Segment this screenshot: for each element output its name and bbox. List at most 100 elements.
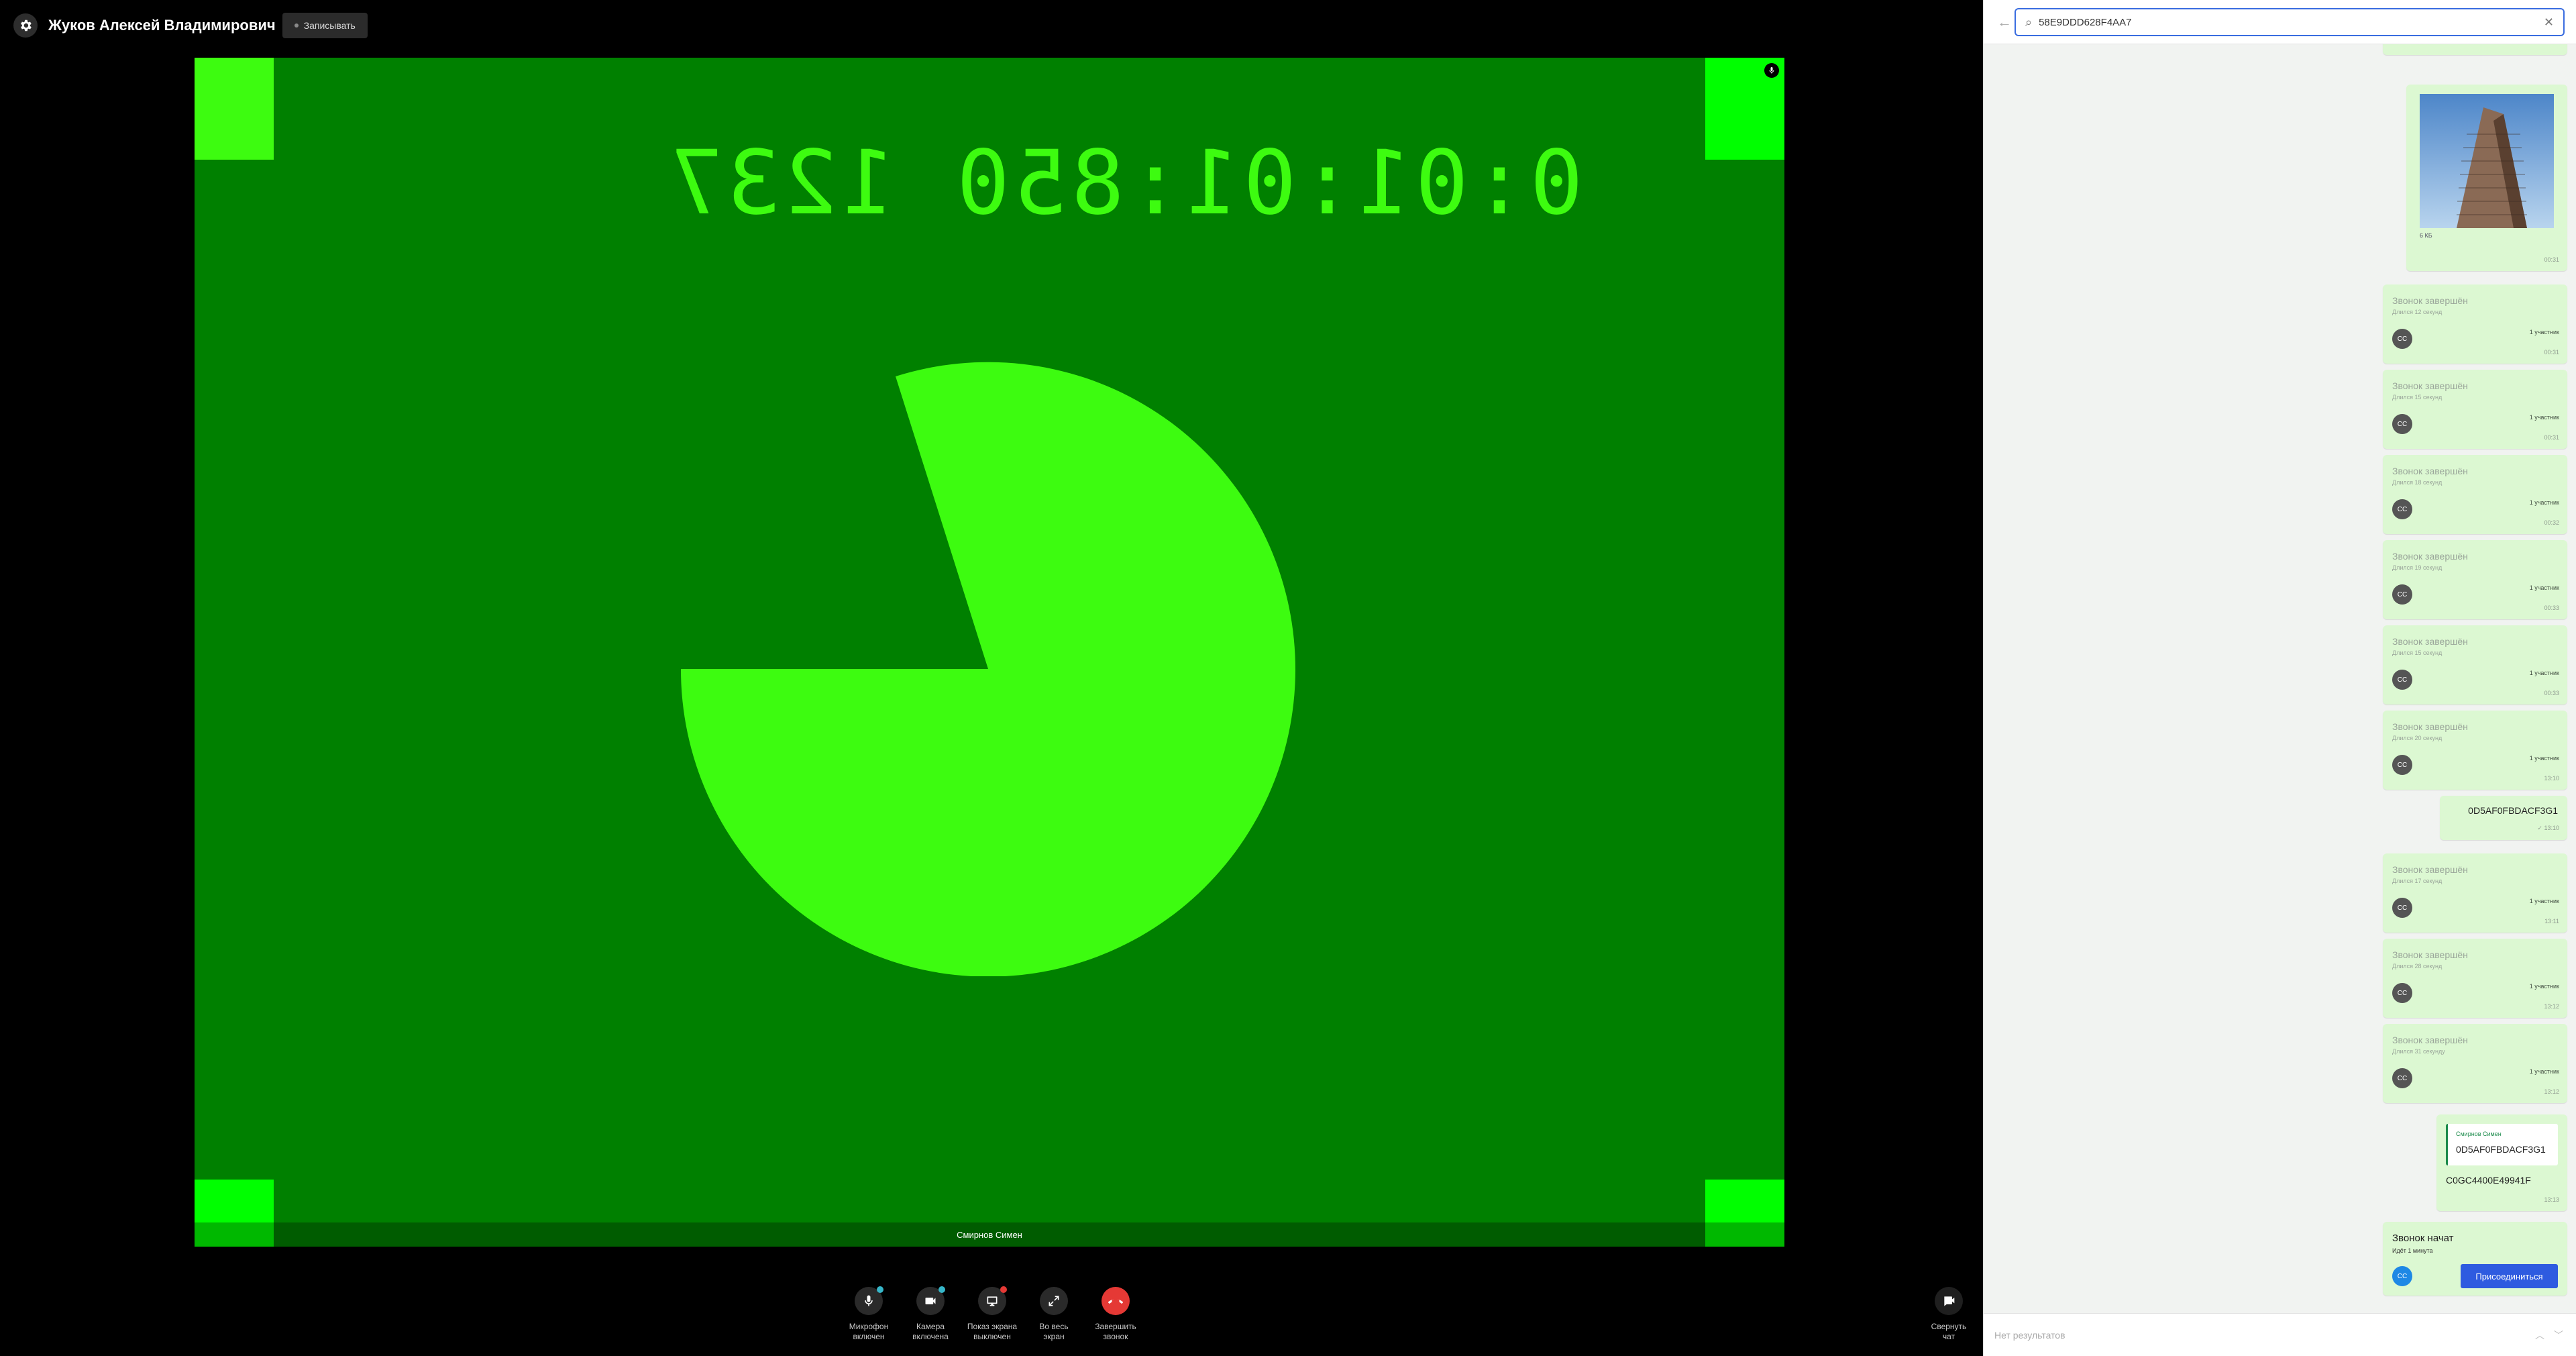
search-input[interactable] <box>2039 16 2544 28</box>
message-time: 00:31 <box>2544 256 2559 263</box>
call-card-title: Звонок завершён <box>2392 949 2468 960</box>
no-results-text: Нет результатов <box>1994 1330 2065 1341</box>
participants-count[interactable]: 1 участник <box>2530 499 2559 506</box>
mic-toggle-button[interactable] <box>855 1286 883 1315</box>
message-time: 00:31 <box>2544 349 2559 356</box>
record-button[interactable]: Записывать <box>282 13 368 38</box>
text-message[interactable]: 0D5AF0FBDACF3G1 ✓ 13:10 <box>2440 796 2567 840</box>
participants-count[interactable]: 1 участник <box>2530 329 2559 335</box>
chevron-up-icon[interactable]: ︿ <box>2535 1328 2544 1342</box>
participants-count[interactable]: 1 участник <box>2530 414 2559 421</box>
mic-status-dot <box>877 1286 883 1293</box>
fullscreen-toggle[interactable]: Во весь экран <box>1027 1287 1081 1342</box>
call-card-title: Звонок завершён <box>2392 636 2468 647</box>
clear-search-icon[interactable]: ✕ <box>2544 15 2554 30</box>
call-ended-card[interactable]: Звонок завершён Длился 15 секунд CC 1 уч… <box>2383 625 2567 705</box>
collapse-chat-button[interactable] <box>1935 1287 1963 1315</box>
call-card-title: Звонок завершён <box>2392 380 2468 391</box>
message-text: 0D5AF0FBDACF3G1 <box>2468 805 2558 816</box>
screen-share-label-line2: выключен <box>973 1332 1011 1341</box>
call-card-duration: Длился 19 секунд <box>2392 564 2443 571</box>
camera-status-dot <box>938 1286 945 1293</box>
screen-share-icon <box>987 1296 998 1306</box>
end-call[interactable]: Завершить звонок <box>1089 1287 1142 1342</box>
screen-share-toggle-label: Показ экрана выключен <box>967 1322 1017 1342</box>
call-card-duration: Длился 17 секунд <box>2392 878 2443 884</box>
collapse-chat-label-line2: чат <box>1942 1332 1955 1341</box>
reply-message[interactable]: Смирнов Симен 0D5AF0FBDACF3G1 C0GC4400E4… <box>2436 1114 2567 1211</box>
participants-count[interactable]: 1 участник <box>2530 983 2559 990</box>
mic-label-line2: включен <box>853 1332 885 1341</box>
screen-share-toggle[interactable]: Показ экрана выключен <box>965 1286 1019 1342</box>
call-card-title: Звонок завершён <box>2392 721 2468 732</box>
call-card-duration: Длился 15 секунд <box>2392 649 2443 656</box>
call-ended-card[interactable]: Звонок завершён Длился 15 секунд CC 1 уч… <box>2383 370 2567 449</box>
join-call-button[interactable]: Присоединиться <box>2461 1264 2558 1288</box>
video-timecode: 0:01:01:850 1237 <box>665 132 1583 235</box>
participant-name-label: Смирнов Симен <box>195 1222 1784 1247</box>
participants-count[interactable]: 1 участник <box>2530 1068 2559 1075</box>
chevron-down-icon[interactable]: ﹀ <box>2554 1328 2563 1342</box>
end-call-label: Завершить звонок <box>1095 1322 1136 1342</box>
photo-message[interactable]: 6 КБ 00:31 <box>2406 85 2567 271</box>
caller-name: Жуков Алексей Владимирович <box>48 17 276 34</box>
call-ended-card[interactable]: Звонок завершён Длился 20 секунд CC 1 уч… <box>2383 711 2567 790</box>
avatar: CC <box>2392 1266 2412 1286</box>
message-time: 13:13 <box>2544 1196 2559 1203</box>
mic-label-line1: Микрофон <box>849 1322 889 1331</box>
call-ended-card[interactable]: Звонок завершён Длился 19 секунд CC 1 уч… <box>2383 540 2567 619</box>
end-call-button[interactable] <box>1102 1287 1130 1315</box>
read-check-icon: ✓ <box>2537 825 2544 831</box>
message-time: 00:32 <box>2544 519 2559 526</box>
call-card-title: Звонок завершён <box>2392 864 2468 875</box>
phone-hangup-icon <box>1108 1299 1123 1304</box>
quoted-message[interactable]: Смирнов Симен 0D5AF0FBDACF3G1 <box>2446 1124 2558 1165</box>
avatar: CC <box>2392 499 2412 519</box>
call-topbar: Жуков Алексей Владимирович Записывать <box>13 12 368 39</box>
avatar: CC <box>2392 755 2412 775</box>
camera-label-line1: Камера <box>916 1322 945 1331</box>
attached-photo[interactable] <box>2420 94 2554 228</box>
avatar: CC <box>2392 329 2412 349</box>
call-ended-card[interactable]: Звонок завершён Длился 12 секунд CC 1 уч… <box>2383 284 2567 364</box>
message-text: C0GC4400E49941F <box>2446 1175 2531 1186</box>
camera-toggle[interactable]: Камера включена <box>904 1286 957 1342</box>
back-arrow-icon[interactable]: ← <box>1997 13 2012 31</box>
record-label: Записывать <box>303 20 356 31</box>
avatar: CC <box>2392 1068 2412 1088</box>
call-ended-card[interactable]: Звонок завершён Длился 28 секунд CC 1 уч… <box>2383 939 2567 1018</box>
call-controls: Микрофон включен Камера включена Показ экр… <box>842 1286 1142 1342</box>
quote-author: Смирнов Симен <box>2456 1131 2502 1137</box>
participants-count[interactable]: 1 участник <box>2530 670 2559 676</box>
search-status-footer: Нет результатов ︿ ﹀ <box>1984 1313 2576 1356</box>
participants-count[interactable]: 1 участник <box>2530 584 2559 591</box>
fullscreen-toggle-label: Во весь экран <box>1039 1322 1068 1342</box>
fullscreen-toggle-button[interactable] <box>1040 1287 1068 1315</box>
call-card-title: Звонок завершён <box>2392 295 2468 306</box>
camera-label-line2: включена <box>912 1332 949 1341</box>
call-ended-card[interactable]: Звонок завершён Длился 17 секунд CC 1 уч… <box>2383 853 2567 933</box>
search-field[interactable]: ⌕ ✕ <box>2015 8 2565 36</box>
quote-text: 0D5AF0FBDACF3G1 <box>2456 1144 2546 1155</box>
message-partial: CC 00:31 <box>2383 44 2567 55</box>
camera-toggle-button[interactable] <box>916 1286 945 1315</box>
mic-toggle[interactable]: Микрофон включен <box>842 1286 896 1342</box>
settings-button[interactable] <box>13 13 38 38</box>
fullscreen-label-line2: экран <box>1043 1332 1065 1341</box>
mic-toggle-label: Микрофон включен <box>849 1322 888 1342</box>
call-ended-card[interactable]: Звонок завершён Длился 18 секунд CC 1 уч… <box>2383 455 2567 534</box>
participants-count[interactable]: 1 участник <box>2530 898 2559 904</box>
message-time: 00:33 <box>2544 690 2559 696</box>
call-ended-card[interactable]: Звонок завершён Длился 31 секунду CC 1 у… <box>2383 1024 2567 1103</box>
call-card-duration: Длился 20 секунд <box>2392 735 2443 741</box>
active-call-card[interactable]: Звонок начат Идёт 1 минута CC Присоедини… <box>2383 1222 2567 1296</box>
collapse-chat-toggle[interactable]: Свернуть чат <box>1925 1287 1972 1342</box>
collapse-chat-label: Свернуть чат <box>1931 1322 1967 1342</box>
avatar: CC <box>2392 584 2412 605</box>
screen-share-toggle-button[interactable] <box>978 1286 1007 1315</box>
participants-count[interactable]: 1 участник <box>2530 755 2559 762</box>
video-stream[interactable]: 0:01:01:850 1237 Смирнов Симен <box>195 58 1784 1247</box>
call-card-title: Звонок завершён <box>2392 1035 2468 1045</box>
fullscreen-label-line1: Во весь <box>1039 1322 1069 1331</box>
message-list[interactable]: CC 00:31 <box>1984 44 2576 1312</box>
